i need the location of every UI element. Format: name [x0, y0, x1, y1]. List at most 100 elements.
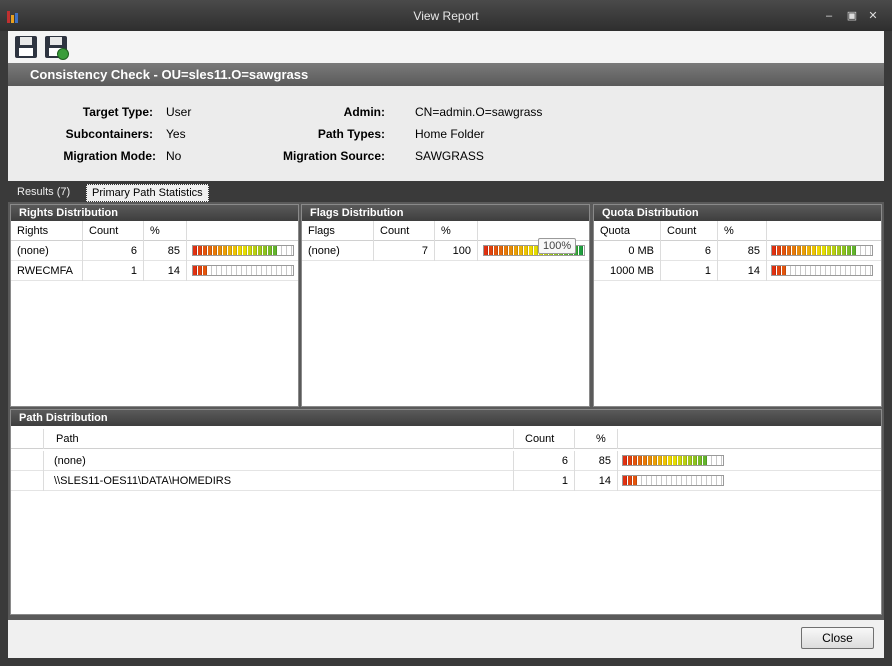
- path-name: \\SLES11-OES11\DATA\HOMEDIRS: [44, 471, 514, 491]
- progress-bar: [622, 475, 724, 486]
- col-quota[interactable]: Quota: [594, 221, 661, 241]
- col-indicator: [11, 429, 44, 449]
- col-percent[interactable]: %: [575, 429, 618, 449]
- progress-segment: [703, 476, 707, 485]
- table-row[interactable]: 1000 MB 1 14: [594, 261, 881, 281]
- path-count: 6: [514, 451, 575, 471]
- rights-count: 1: [83, 261, 144, 281]
- table-row[interactable]: RWECMFA 1 14: [11, 261, 298, 281]
- tab-bar: Results (7) Primary Path Statistics: [8, 181, 884, 202]
- col-percent[interactable]: %: [435, 221, 478, 241]
- progress-segment: [243, 246, 247, 255]
- progress-segment: [683, 476, 687, 485]
- progress-segment: [678, 456, 682, 465]
- flags-distribution-title: Flags Distribution: [302, 205, 589, 221]
- quota-percent: 14: [718, 261, 767, 281]
- progress-segment: [648, 476, 652, 485]
- progress-segment: [837, 246, 841, 255]
- col-flags[interactable]: Flags: [302, 221, 374, 241]
- progress-segment: [623, 476, 627, 485]
- tab-results[interactable]: Results (7): [12, 184, 75, 202]
- progress-segment: [203, 266, 207, 275]
- dialog-footer: Close: [8, 620, 884, 658]
- col-percent[interactable]: %: [718, 221, 767, 241]
- rights-percent: 85: [144, 241, 187, 261]
- progress-segment: [862, 266, 866, 275]
- col-count[interactable]: Count: [514, 429, 575, 449]
- progress-segment: [663, 476, 667, 485]
- progress-segment: [852, 266, 856, 275]
- progress-segment: [658, 456, 662, 465]
- progress-segment: [258, 246, 262, 255]
- save-as-button[interactable]: [43, 34, 69, 60]
- col-percent[interactable]: %: [144, 221, 187, 241]
- view-report-window: View Report – ▣ ✕ Consistency Check - OU…: [0, 0, 892, 666]
- progress-bar: [771, 245, 873, 256]
- progress-segment: [698, 476, 702, 485]
- col-count[interactable]: Count: [374, 221, 435, 241]
- migration-source-label: Migration Source:: [282, 149, 385, 163]
- progress-segment: [683, 456, 687, 465]
- progress-segment: [797, 266, 801, 275]
- progress-segment: [658, 476, 662, 485]
- progress-segment: [673, 456, 677, 465]
- col-count[interactable]: Count: [661, 221, 718, 241]
- progress-segment: [653, 456, 657, 465]
- progress-segment: [842, 266, 846, 275]
- progress-segment: [268, 266, 272, 275]
- rights-name: RWECMFA: [11, 261, 83, 281]
- tab-primary-path-statistics[interactable]: Primary Path Statistics: [86, 184, 209, 202]
- progress-segment: [867, 266, 871, 275]
- progress-segment: [693, 476, 697, 485]
- progress-segment: [198, 266, 202, 275]
- progress-segment: [509, 246, 513, 255]
- progress-segment: [812, 246, 816, 255]
- progress-segment: [213, 246, 217, 255]
- subcontainers-label: Subcontainers:: [65, 127, 153, 141]
- progress-segment: [208, 266, 212, 275]
- progress-segment: [243, 266, 247, 275]
- progress-segment: [777, 266, 781, 275]
- progress-segment: [273, 266, 277, 275]
- table-row[interactable]: (none) 6 85: [11, 241, 298, 261]
- col-rights[interactable]: Rights: [11, 221, 83, 241]
- maximize-icon[interactable]: ▣: [845, 10, 859, 22]
- progress-segment: [807, 246, 811, 255]
- table-row[interactable]: 0 MB 6 85: [594, 241, 881, 261]
- path-percent: 85: [575, 451, 618, 471]
- progress-segment: [802, 266, 806, 275]
- progress-segment: [668, 476, 672, 485]
- progress-segment: [708, 476, 712, 485]
- rights-distribution-title: Rights Distribution: [11, 205, 298, 221]
- rights-grid[interactable]: Rights Count % (none) 6 85 RWECMFA 1 14: [11, 221, 298, 281]
- progress-segment: [857, 246, 861, 255]
- col-path[interactable]: Path: [44, 429, 514, 449]
- table-row[interactable]: (none) 6 85: [11, 451, 881, 471]
- progress-segment: [268, 246, 272, 255]
- col-count[interactable]: Count: [83, 221, 144, 241]
- progress-segment: [193, 246, 197, 255]
- progress-segment: [688, 456, 692, 465]
- progress-segment: [273, 246, 277, 255]
- progress-segment: [638, 476, 642, 485]
- progress-segment: [203, 246, 207, 255]
- progress-segment: [698, 456, 702, 465]
- close-button[interactable]: Close: [801, 627, 874, 649]
- window-title: View Report: [413, 9, 479, 23]
- quota-grid[interactable]: Quota Count % 0 MB 6 85 1000 MB 1 14: [594, 221, 881, 281]
- table-row[interactable]: \\SLES11-OES11\DATA\HOMEDIRS 1 14: [11, 471, 881, 491]
- progress-segment: [198, 246, 202, 255]
- progress-segment: [653, 476, 657, 485]
- progress-segment: [827, 246, 831, 255]
- path-count: 1: [514, 471, 575, 491]
- progress-segment: [782, 266, 786, 275]
- save-button[interactable]: [13, 34, 39, 60]
- progress-segment: [867, 246, 871, 255]
- path-percent: 14: [575, 471, 618, 491]
- save-icon: [15, 36, 37, 58]
- path-grid[interactable]: Path Count % (none) 6 85 \\SLES11-OES11\…: [11, 429, 881, 491]
- minimize-icon[interactable]: –: [822, 10, 836, 22]
- path-grid-header: Path Count %: [11, 429, 881, 449]
- row-indicator: [11, 451, 44, 471]
- close-icon[interactable]: ✕: [866, 10, 880, 22]
